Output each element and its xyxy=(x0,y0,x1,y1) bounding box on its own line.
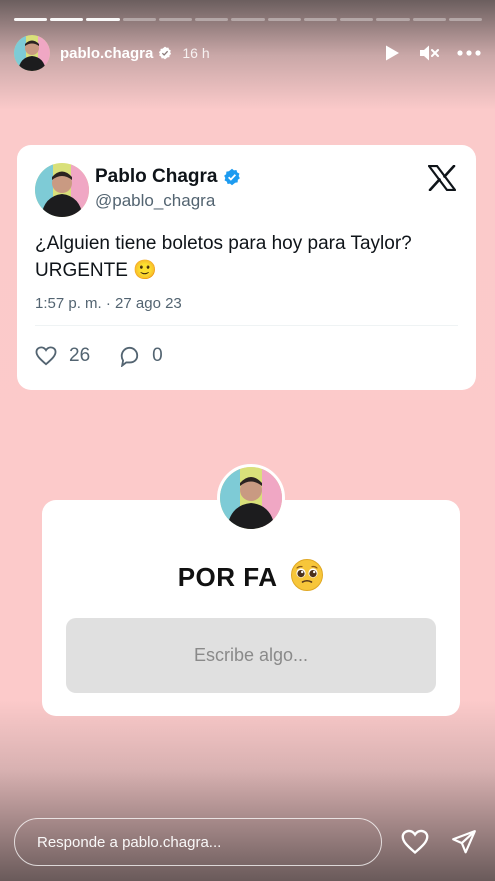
progress-segment xyxy=(86,18,120,21)
pleading-face-emoji-icon xyxy=(291,559,324,591)
tweet-avatar xyxy=(35,163,89,217)
divider xyxy=(35,325,458,326)
username[interactable]: pablo.chagra xyxy=(60,45,153,62)
heart-icon xyxy=(35,346,57,366)
avatar[interactable] xyxy=(14,35,50,71)
post-time: 16 h xyxy=(182,45,210,61)
tweet-stats: 26 0 xyxy=(35,345,191,367)
tweet-card: Pablo Chagra @pablo_chagra ¿Alguien tien… xyxy=(17,145,476,390)
send-icon[interactable] xyxy=(451,829,477,855)
play-icon[interactable] xyxy=(383,44,401,62)
story-viewer: pablo.chagra 16 h Pablo Chagra @pablo_ch… xyxy=(0,0,495,881)
progress-segment xyxy=(50,18,84,21)
story-progress-bar xyxy=(14,18,483,21)
tweet-author-handle: @pablo_chagra xyxy=(95,191,216,210)
verified-badge-icon xyxy=(159,46,172,60)
tweet-text-line: ¿Alguien tiene boletos para hoy para Tay… xyxy=(35,233,412,254)
tweet-text: ¿Alguien tiene boletos para hoy para Tay… xyxy=(35,230,465,284)
progress-segment xyxy=(448,18,483,21)
reply-input[interactable]: Responde a pablo.chagra... xyxy=(14,818,382,866)
story-header: pablo.chagra 16 h xyxy=(14,34,481,72)
mute-icon[interactable] xyxy=(419,44,439,62)
tweet-date: 1:57 p. m. · 27 ago 23 xyxy=(35,295,182,312)
progress-segment xyxy=(122,18,156,21)
progress-segment xyxy=(412,18,446,21)
progress-segment xyxy=(14,18,48,21)
verified-badge-icon xyxy=(224,168,241,186)
more-icon[interactable] xyxy=(457,50,481,56)
progress-segment xyxy=(231,18,265,21)
progress-segment xyxy=(158,18,193,21)
progress-segment xyxy=(376,18,410,21)
question-title: POR FA xyxy=(42,558,460,593)
smile-emoji-icon: 🙂 xyxy=(133,260,157,281)
progress-segment xyxy=(195,18,229,21)
heart-icon[interactable] xyxy=(401,829,429,855)
progress-segment xyxy=(303,18,338,21)
likes-count: 26 xyxy=(69,345,91,366)
question-avatar xyxy=(217,464,285,532)
x-logo-icon xyxy=(428,165,456,191)
replies-count: 0 xyxy=(152,345,163,366)
question-title-text: POR FA xyxy=(177,562,277,592)
tweet-text-line: URGENTE xyxy=(35,260,128,281)
story-footer: Responde a pablo.chagra... xyxy=(14,818,481,866)
question-sticker: POR FA Escribe algo... xyxy=(42,500,460,716)
question-answer-input[interactable]: Escribe algo... xyxy=(66,618,436,693)
progress-segment xyxy=(340,18,374,21)
progress-segment xyxy=(267,18,301,21)
reply-icon xyxy=(120,346,139,367)
tweet-author-name: Pablo Chagra xyxy=(95,166,218,187)
